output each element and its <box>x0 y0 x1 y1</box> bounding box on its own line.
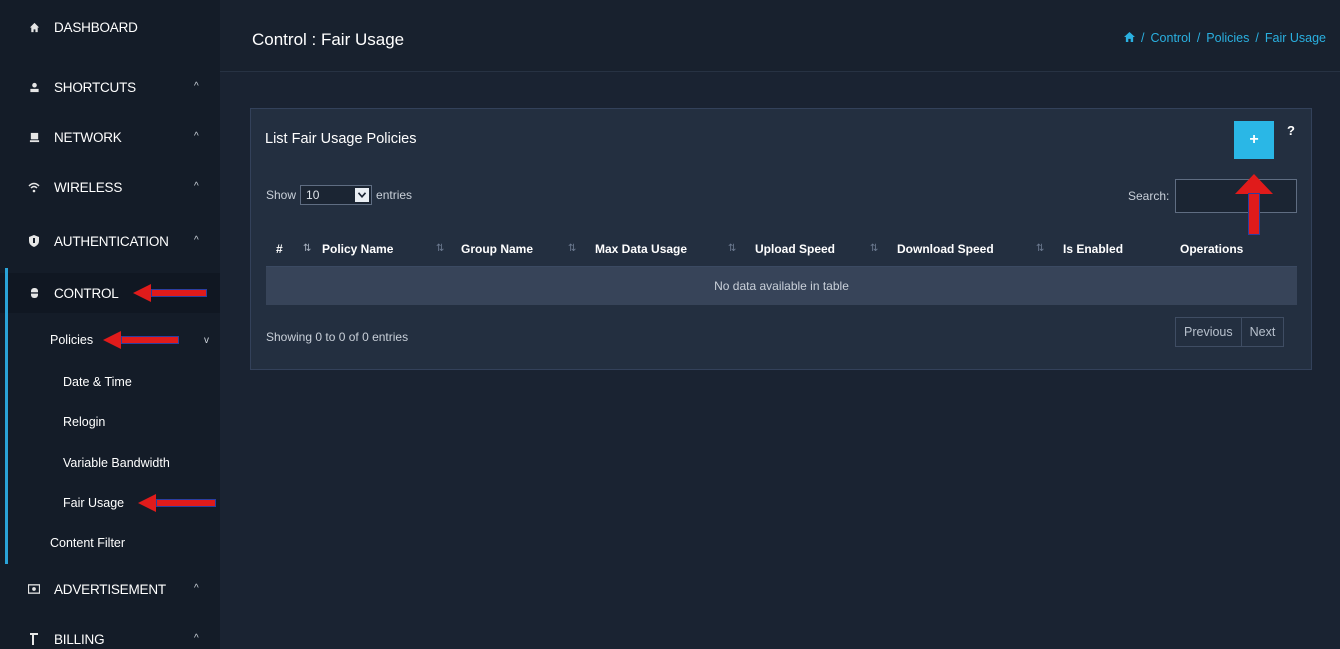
home-icon <box>28 21 40 33</box>
column-header-max-data-usage[interactable]: Max Data Usage <box>595 242 687 256</box>
show-label: Show <box>266 188 297 202</box>
column-header-upload-speed[interactable]: Upload Speed <box>755 242 835 256</box>
sidebar-item-label: Policies <box>50 333 94 347</box>
entries-select-value: 10 <box>306 188 320 202</box>
sidebar: DASHBOARD SHORTCUTS ^ NETWORK ^ WIRELESS… <box>0 0 220 649</box>
entries-length-control: Show 10 entries <box>266 185 412 205</box>
empty-table-message: No data available in table <box>714 279 849 293</box>
chevron-up-icon: ^ <box>194 235 199 246</box>
sidebar-item-date-time[interactable]: Date & Time <box>0 362 220 402</box>
fair-usage-panel: List Fair Usage Policies + ? Show 10 ent… <box>250 108 1312 370</box>
add-policy-button[interactable]: + <box>1234 121 1274 159</box>
annotation-arrow <box>1235 174 1273 236</box>
sidebar-item-wireless[interactable]: WIRELESS ^ <box>0 167 220 207</box>
column-header-policy-name[interactable]: Policy Name <box>322 242 393 256</box>
chevron-down-icon <box>355 188 370 202</box>
breadcrumb-separator: / <box>1141 31 1145 45</box>
sidebar-item-billing[interactable]: BILLING ^ <box>0 619 220 649</box>
search-label: Search: <box>1128 189 1170 203</box>
home-icon[interactable] <box>1124 31 1135 45</box>
wifi-icon <box>28 181 40 193</box>
next-page-button[interactable]: Next <box>1241 317 1285 347</box>
sidebar-item-variable-bandwidth[interactable]: Variable Bandwidth <box>0 443 220 483</box>
sidebar-item-network[interactable]: NETWORK ^ <box>0 117 220 157</box>
annotation-arrow <box>133 284 207 302</box>
sidebar-item-label: Relogin <box>63 415 106 429</box>
column-header-group-name[interactable]: Group Name <box>461 242 533 256</box>
table-info: Showing 0 to 0 of 0 entries <box>266 330 409 344</box>
annotation-arrow <box>103 331 179 349</box>
help-icon[interactable]: ? <box>1287 123 1295 138</box>
breadcrumb-separator: / <box>1196 31 1201 45</box>
sort-icon: ⇅ <box>728 243 737 254</box>
sidebar-item-label: DASHBOARD <box>54 19 138 35</box>
sidebar-item-label: WIRELESS <box>54 179 123 195</box>
bug-icon <box>28 287 40 299</box>
sidebar-item-label: NETWORK <box>54 129 122 145</box>
panel-title: List Fair Usage Policies <box>265 131 417 147</box>
sort-icon: ⇅ <box>568 243 577 254</box>
chevron-up-icon: ^ <box>194 131 199 142</box>
sort-asc-icon: ⇅ <box>303 243 312 254</box>
sidebar-item-authentication[interactable]: AUTHENTICATION ^ <box>0 221 220 261</box>
entries-label: entries <box>376 188 413 202</box>
money-icon <box>28 583 40 595</box>
sidebar-item-label: Fair Usage <box>63 496 125 510</box>
user-icon <box>28 81 40 93</box>
chevron-up-icon: ^ <box>194 583 199 594</box>
entries-select[interactable]: 10 <box>300 185 373 205</box>
sidebar-item-label: AUTHENTICATION <box>54 233 169 249</box>
sort-icon: ⇅ <box>870 243 879 254</box>
sidebar-item-advertisement[interactable]: ADVERTISEMENT ^ <box>0 569 220 609</box>
breadcrumb-separator: / <box>1255 31 1259 45</box>
column-header-download-speed[interactable]: Download Speed <box>897 242 994 256</box>
page-title: Control : Fair Usage <box>252 30 405 49</box>
pagination: Previous Next <box>1175 317 1285 347</box>
sidebar-item-label: Variable Bandwidth <box>63 456 170 470</box>
column-header-operations: Operations <box>1180 242 1244 256</box>
sort-icon: ⇅ <box>436 243 445 254</box>
sidebar-item-content-filter[interactable]: Content Filter <box>0 523 220 563</box>
shield-icon <box>28 235 40 247</box>
sidebar-item-label: CONTROL <box>54 285 119 301</box>
sidebar-item-label: BILLING <box>54 631 105 647</box>
chevron-up-icon: ^ <box>194 81 199 92</box>
annotation-arrow <box>138 494 216 512</box>
sidebar-item-relogin[interactable]: Relogin <box>0 402 220 442</box>
breadcrumb: / Control / Policies / Fair Usage <box>1124 31 1326 45</box>
previous-page-button[interactable]: Previous <box>1175 317 1242 347</box>
sidebar-item-label: ADVERTISEMENT <box>54 581 166 597</box>
sidebar-item-dashboard[interactable]: DASHBOARD <box>0 7 220 47</box>
monitor-icon <box>28 131 40 143</box>
breadcrumb-link-policies[interactable]: Policies <box>1206 31 1249 45</box>
sidebar-item-label: SHORTCUTS <box>54 79 136 95</box>
sidebar-item-label: Content Filter <box>50 536 126 550</box>
chevron-up-icon: ^ <box>194 181 199 192</box>
table-empty-row: No data available in table <box>266 267 1297 305</box>
column-header-is-enabled[interactable]: Is Enabled <box>1063 242 1123 256</box>
receipt-icon <box>28 633 40 645</box>
chevron-up-icon: ^ <box>194 633 199 644</box>
column-header-number[interactable]: # <box>276 242 283 256</box>
breadcrumb-current: Fair Usage <box>1264 31 1326 45</box>
sort-icon: ⇅ <box>1036 243 1045 254</box>
breadcrumb-link-control[interactable]: Control <box>1151 31 1191 45</box>
chevron-down-icon: v <box>204 334 209 346</box>
sidebar-item-shortcuts[interactable]: SHORTCUTS ^ <box>0 67 220 107</box>
page-header: Control : Fair Usage / Control / Policie… <box>220 0 1340 72</box>
sidebar-item-label: Date & Time <box>63 375 132 389</box>
table-header: # ⇅ Policy Name ⇅ Group Name ⇅ Max Data … <box>266 231 1297 267</box>
